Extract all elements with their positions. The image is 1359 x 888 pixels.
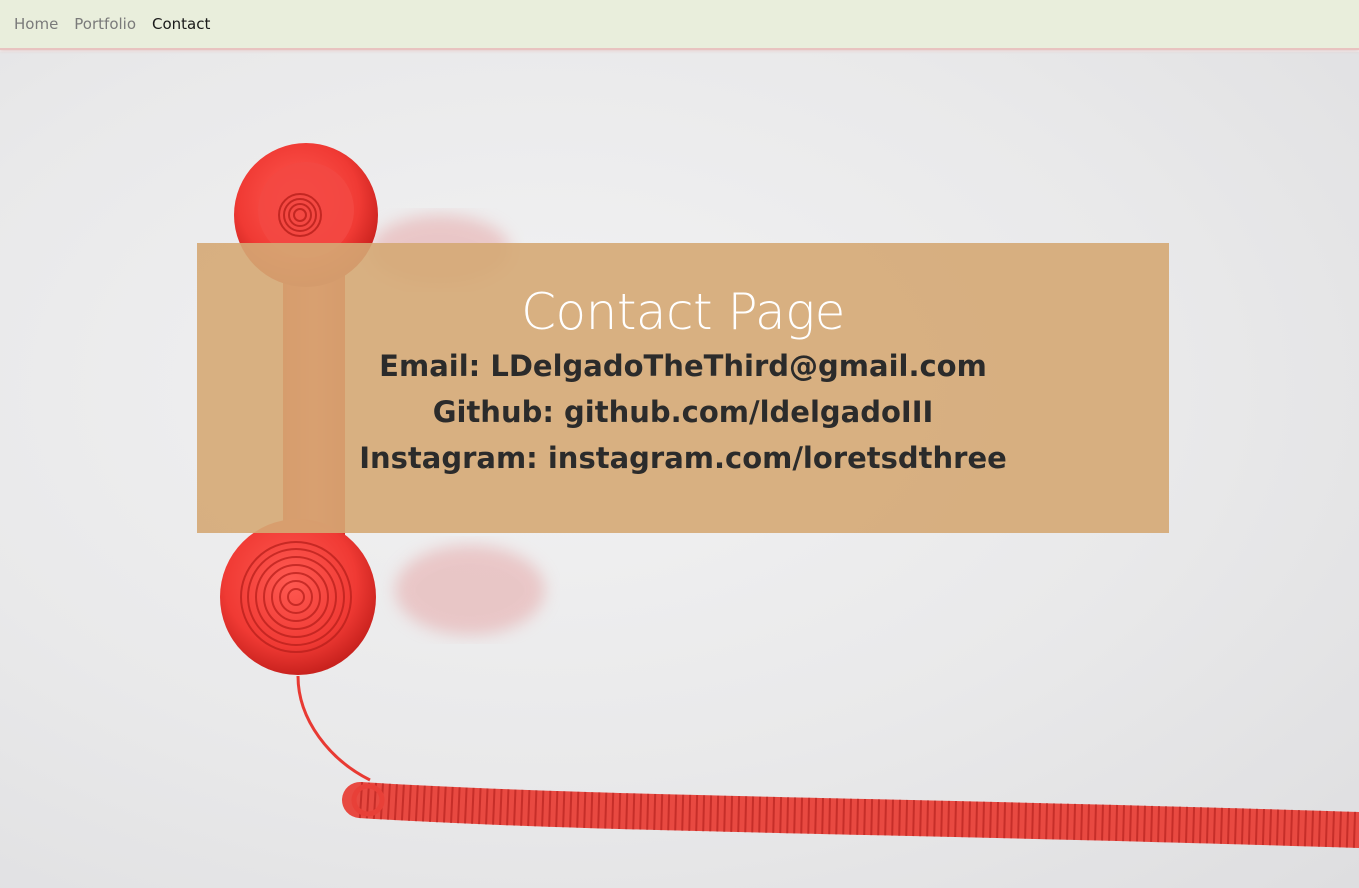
email-text: Email: LDelgadoTheThird@gmail.com bbox=[379, 349, 987, 383]
nav-home-link[interactable]: Home bbox=[6, 15, 66, 33]
navbar: Home Portfolio Contact bbox=[0, 0, 1359, 50]
github-text: Github: github.com/ldelgadoIII bbox=[432, 395, 934, 429]
nav-contact-link[interactable]: Contact bbox=[144, 15, 218, 33]
contact-info-panel: Contact Page Email: LDelgadoTheThird@gma… bbox=[197, 243, 1169, 533]
nav-portfolio-link[interactable]: Portfolio bbox=[66, 15, 144, 33]
page-title: Contact Page bbox=[521, 283, 845, 341]
instagram-text: Instagram: instagram.com/loretsdthree bbox=[359, 441, 1007, 475]
